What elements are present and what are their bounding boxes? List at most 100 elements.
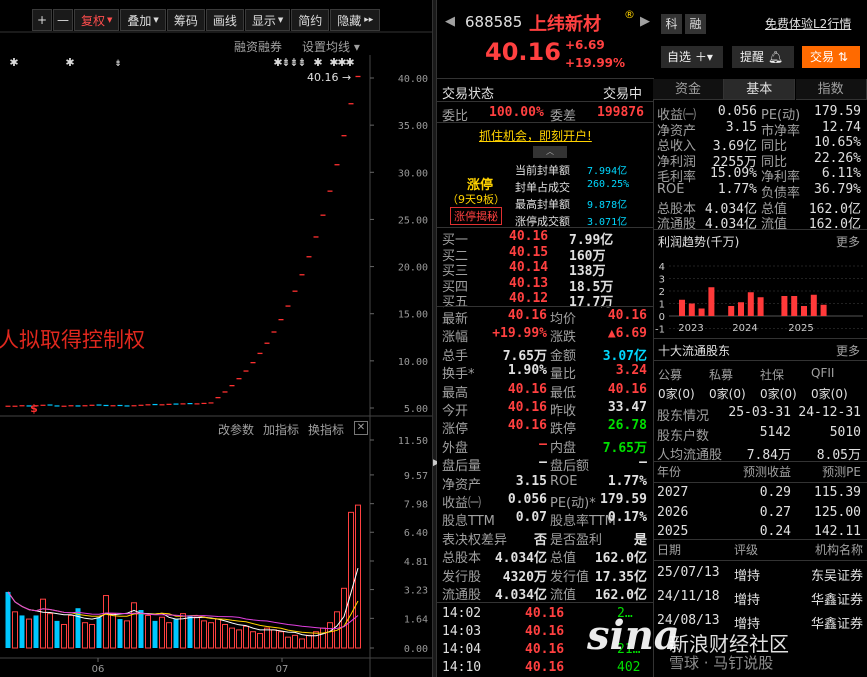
add-indicator-button[interactable]: 加指标 bbox=[263, 421, 299, 438]
stat-value: 162.0亿 bbox=[594, 588, 647, 603]
candle bbox=[138, 404, 144, 406]
holder-row-value: 25-03-31 bbox=[728, 405, 791, 420]
fund-label: ROE bbox=[657, 182, 685, 197]
stat-value: 40.16 bbox=[507, 418, 547, 434]
switch-indicator-button[interactable]: 换指标 bbox=[308, 421, 344, 438]
candle bbox=[103, 404, 109, 407]
stat-label: 内盘 bbox=[550, 440, 577, 456]
profit-more-link[interactable]: 更多 bbox=[836, 233, 860, 250]
add-watchlist-button[interactable]: 自选 ＋▾ bbox=[661, 46, 723, 68]
profit-y-label: 3 bbox=[659, 275, 665, 286]
candle bbox=[96, 404, 102, 406]
expand-icon[interactable]: ︿ bbox=[533, 146, 567, 158]
volume-bar bbox=[159, 616, 165, 649]
stat-label: 涨幅 bbox=[442, 330, 469, 346]
tab-basic[interactable]: 基本 bbox=[724, 79, 796, 100]
volume-ma-line bbox=[7, 567, 359, 637]
trade-status-label: 交易状态 bbox=[442, 87, 495, 102]
close-icon[interactable]: ✕ bbox=[354, 421, 368, 435]
forecast-cell: 0.27 bbox=[759, 504, 791, 520]
limit-up-days: （9天9板） bbox=[447, 193, 505, 206]
forecast-header: 年份 bbox=[657, 465, 682, 479]
volume-bar bbox=[145, 614, 151, 649]
trade-button[interactable]: 交易 ⇅ bbox=[802, 46, 860, 68]
profit-bar bbox=[810, 294, 817, 316]
stat-label: 盘后额 bbox=[550, 459, 590, 475]
stat-label: 发行股 bbox=[442, 569, 482, 585]
stat-value: 17.35亿 bbox=[594, 569, 647, 585]
profit-bar bbox=[757, 297, 764, 316]
latest-price-label: 40.16 → bbox=[307, 71, 351, 84]
stat-value: +19.99% bbox=[492, 326, 547, 342]
tick-price: 40.16 bbox=[525, 606, 565, 621]
holder-type-count: 0家(0) bbox=[811, 387, 848, 401]
stat-label: 昨收 bbox=[550, 404, 577, 419]
stat-label: 今开 bbox=[442, 404, 469, 419]
limit-up-label: 封单占成交 bbox=[515, 181, 570, 194]
volume-bar bbox=[40, 598, 46, 649]
event-marker: ⇟ bbox=[114, 59, 122, 69]
stat-label: 收益㈠ bbox=[442, 496, 482, 511]
y-tick-label: 25.00 bbox=[398, 215, 428, 226]
stat-label: 发行值 bbox=[550, 569, 590, 585]
holder-row-value: 5142 bbox=[759, 424, 791, 440]
next-stock-icon[interactable]: ▶ bbox=[640, 14, 650, 29]
edit-params-button[interactable]: 改参数 bbox=[218, 421, 254, 438]
candle bbox=[68, 405, 74, 407]
forecast-cell: 115.39 bbox=[814, 485, 861, 500]
tick-time: 14:04 bbox=[442, 642, 482, 657]
volume-bar bbox=[299, 638, 305, 649]
free-l2-link[interactable]: 免费体验L2行情 bbox=[765, 15, 851, 32]
tick-price: 40.16 bbox=[525, 660, 565, 675]
holder-row-value: 5010 bbox=[829, 424, 861, 440]
sub-y-tick-label: 1.64 bbox=[404, 614, 428, 625]
rating-cell: 增持 bbox=[734, 593, 761, 608]
stat-value: — bbox=[539, 455, 547, 471]
holder-type-count: 0家(0) bbox=[760, 387, 797, 401]
y-tick-label: 10.00 bbox=[398, 357, 428, 368]
candle bbox=[47, 404, 53, 406]
forecast-cell: 2025 bbox=[657, 524, 689, 539]
rating-cell: 25/07/13 bbox=[657, 565, 720, 580]
fund-value: 10.65% bbox=[814, 135, 861, 151]
stat-label: 总手 bbox=[442, 348, 469, 364]
rating-cell: 增持 bbox=[734, 569, 761, 584]
prev-stock-icon[interactable]: ◀ bbox=[445, 14, 455, 29]
kline-chart-panel[interactable]: + — 复权 ▼ 叠加 ▼ 筹码 画线 显示 ▼ 简约 隐藏 ▸▸ 融资融券 设置均线 … bbox=[0, 0, 432, 677]
stat-value: 179.59 bbox=[600, 492, 647, 507]
volume-bar bbox=[229, 627, 235, 649]
tab-capital[interactable]: 资金 bbox=[653, 79, 724, 100]
holders-more-link[interactable]: 更多 bbox=[836, 342, 860, 359]
volume-bar bbox=[306, 634, 312, 649]
y-tick-label: 15.00 bbox=[398, 310, 428, 321]
stat-value: 40.16 bbox=[607, 381, 647, 397]
holder-row-label: 股东情况 bbox=[657, 409, 710, 424]
stat-label: 换手* bbox=[442, 367, 475, 383]
profit-bar bbox=[820, 304, 827, 316]
forecast-cell: 142.11 bbox=[814, 524, 861, 539]
candle bbox=[145, 404, 151, 406]
y-tick-label: 40.00 bbox=[398, 74, 428, 85]
stat-value: ▲6.69 bbox=[607, 326, 647, 342]
forecast-cell: 2027 bbox=[657, 485, 689, 500]
stat-value: 4.034亿 bbox=[494, 551, 547, 567]
candle bbox=[110, 405, 116, 407]
volume-bar bbox=[285, 636, 291, 649]
tab-index[interactable]: 指数 bbox=[795, 79, 867, 100]
volume-bar bbox=[110, 613, 116, 649]
stat-label: 流值 bbox=[550, 588, 577, 603]
alert-button[interactable]: 提醒 🔔︎ bbox=[732, 46, 794, 68]
limit-up-reveal-button[interactable]: 涨停揭秘 bbox=[450, 207, 502, 225]
volume-bar bbox=[313, 631, 319, 649]
profit-bar bbox=[698, 308, 705, 316]
y-tick-label: 5.00 bbox=[404, 404, 428, 415]
volume-bar bbox=[89, 623, 95, 649]
forecast-header: 预测收益 bbox=[742, 465, 791, 479]
open-account-promo[interactable]: 抓住机会，即刻开户! bbox=[479, 127, 592, 144]
volume-bar bbox=[278, 631, 284, 649]
dividend-marker: $ bbox=[30, 402, 38, 415]
candle bbox=[180, 403, 186, 405]
volume-bar bbox=[82, 622, 88, 649]
candle bbox=[208, 402, 214, 404]
sub-y-tick-label: 9.57 bbox=[404, 471, 428, 482]
